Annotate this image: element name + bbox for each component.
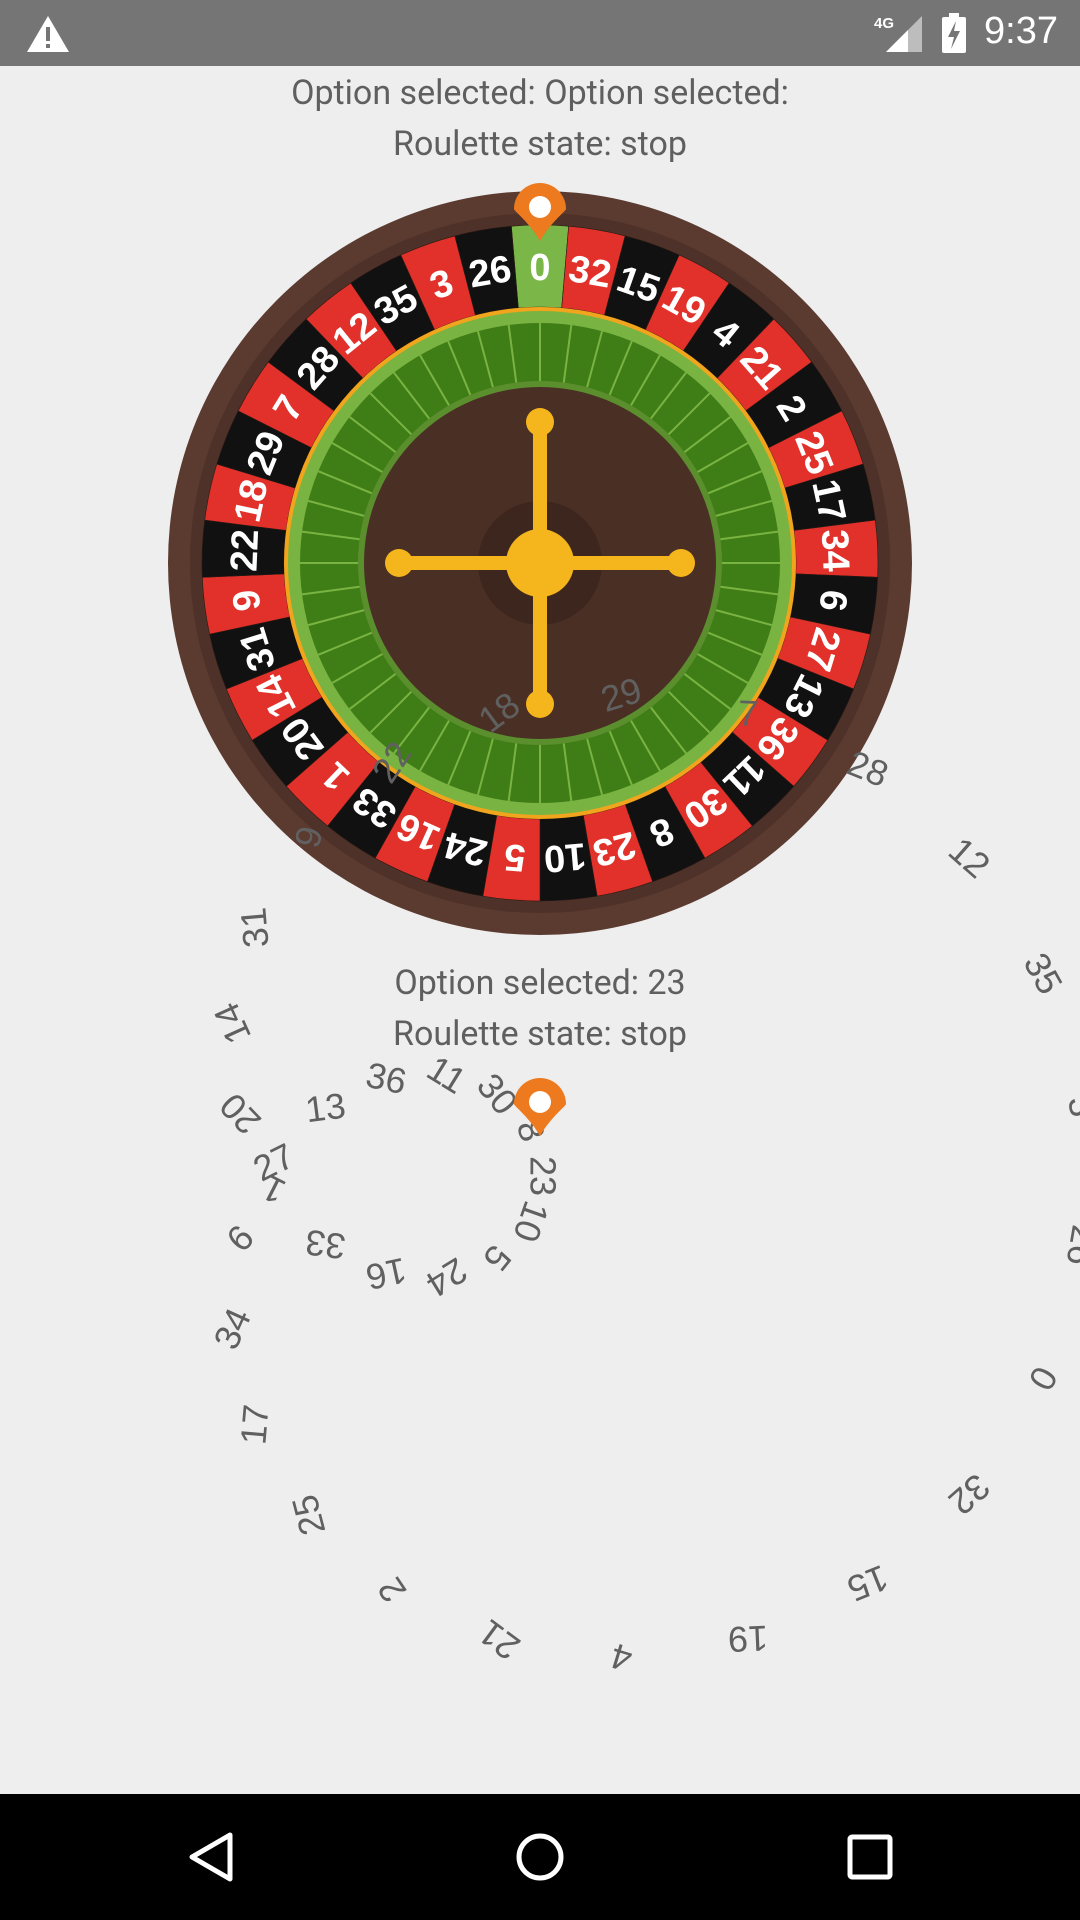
wheel-2-number-label: 17 [232,1403,276,1446]
roulette-2-option-selected: Option selected: 23 [394,963,686,1003]
wheel-2-number-label: 0 [1021,1360,1067,1397]
wheel-1-number-label: 5 [503,835,528,879]
wheel-2-number-label: 25 [284,1491,334,1540]
wheel-1-number-label: 17 [803,476,853,526]
wheel-2-number-label: 13 [303,1085,348,1131]
wheel-2-number-label: 3 [1060,1093,1080,1120]
wheel-1-number-label: 32 [565,248,614,297]
pin-hole [529,1091,551,1113]
roulette-area: 0 321519421225173462713361130823105241633… [168,183,1080,1680]
recents-icon[interactable] [820,1822,920,1892]
wheel-2-number-label: 36 [362,1054,410,1103]
roulette-2-state: Roulette state: stop [393,1014,687,1054]
wheel-1-number-label: 26 [466,248,515,297]
navigation-bar [0,1794,1080,1920]
wheel-2-number-label: 34 [205,1302,259,1355]
home-icon[interactable] [490,1822,590,1892]
wheel-2-number-label: 32 [941,1466,998,1523]
wheel-2-number-label: 7 [737,692,759,734]
wheel-2-number-label: 12 [941,829,998,886]
wheel-1-number-label: 22 [223,528,267,572]
wheel-2-number-label: 24 [419,1250,475,1306]
wheel-2-number-label: 23 [522,1156,563,1196]
wheel-2-number-label: 10 [505,1196,557,1247]
wheel-2-number-label: 2 [369,1570,414,1610]
wheel-2-number-label: 15 [842,1557,894,1610]
wheel-2-number-label: 26 [1058,1222,1080,1268]
wheel-2-number-label: 33 [303,1222,348,1268]
wheel-1-number-label: 0 [529,247,550,289]
wheel-2-number-label: 27 [246,1135,300,1190]
wheel-1-number-label: 34 [813,528,857,572]
back-icon[interactable] [160,1822,260,1892]
wheel-2-number-label: 20 [211,1085,268,1142]
pin-hole [529,196,551,218]
wheel-2-number-label: 16 [362,1250,410,1299]
wheel-2-number-label: 21 [471,1612,528,1669]
wheel-2-number-label: 5 [475,1237,519,1278]
wheel-2-number-label: 6 [218,1217,261,1260]
wheel-1-number-label: 18 [227,476,277,526]
wheel-1-number-label: 10 [542,834,588,879]
wheel-2-number-label: 19 [727,1618,769,1661]
roulette-wheel-1[interactable]: 0 321519421225173462713361130823105241633… [168,191,912,935]
wheel-2-number-label: 31 [232,906,276,949]
wheel-2-number-label: 4 [606,1635,637,1680]
